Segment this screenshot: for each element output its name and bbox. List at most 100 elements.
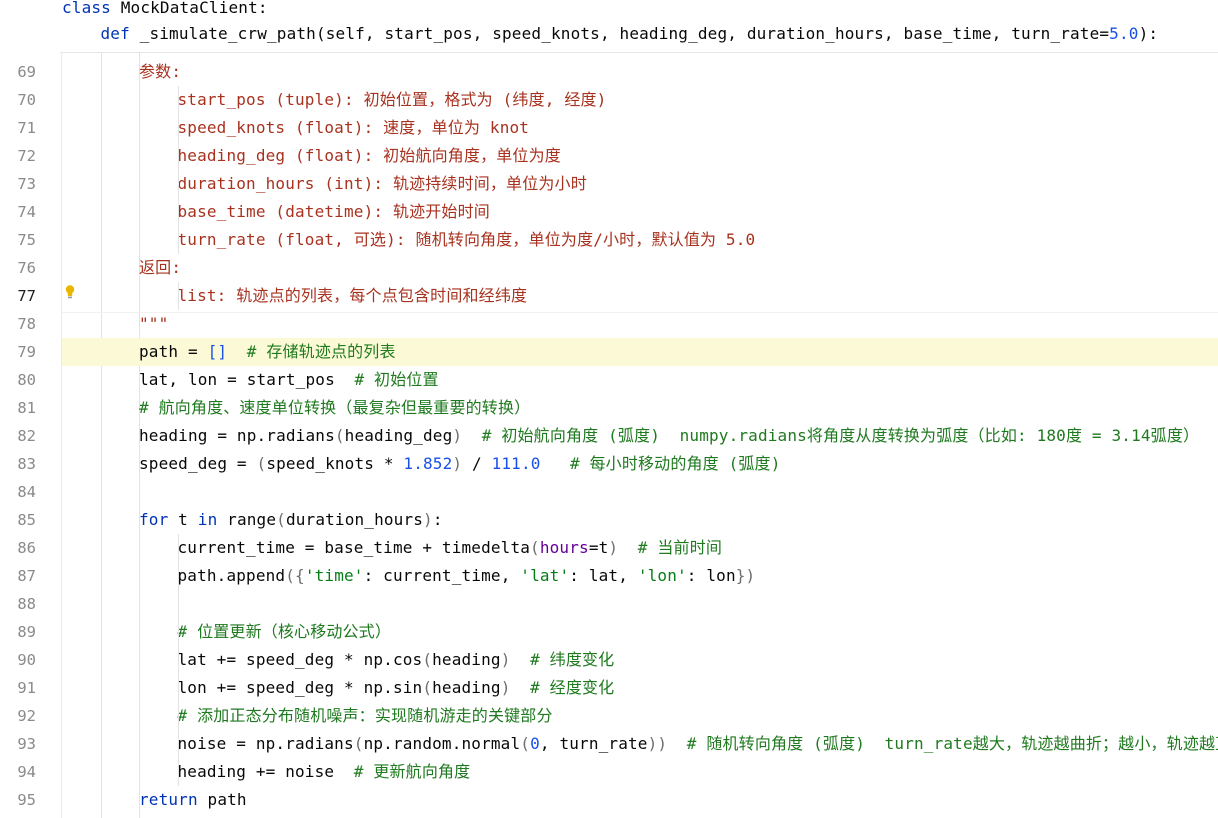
code-line[interactable]: path = [] # 存储轨迹点的列表 xyxy=(62,338,1218,366)
code-line[interactable]: heading_deg (float): 初始航向角度，单位为度 xyxy=(62,142,1218,170)
code-token: range xyxy=(217,510,277,529)
code-token: class xyxy=(62,0,111,17)
code-line[interactable]: return path xyxy=(62,786,1218,814)
line-number[interactable]: 76 xyxy=(0,254,36,282)
line-number[interactable]: 91 xyxy=(0,674,36,702)
code-token: _simulate_crw_path(self, start_pos, spee… xyxy=(129,24,1110,43)
code-token: speed_knots (float): 速度，单位为 knot xyxy=(177,118,530,137)
code-line[interactable]: speed_knots (float): 速度，单位为 knot xyxy=(62,114,1218,142)
code-line[interactable]: duration_hours (int): 轨迹持续时间，单位为小时 xyxy=(62,170,1218,198)
code-token: ( xyxy=(422,650,433,669)
code-token: 返回: xyxy=(139,258,182,277)
line-number[interactable]: 80 xyxy=(0,366,36,394)
code-token: speed_knots * xyxy=(266,454,404,473)
line-number[interactable]: 90 xyxy=(0,646,36,674)
line-number[interactable]: 79 xyxy=(0,338,36,366)
line-number[interactable]: 85 xyxy=(0,506,36,534)
code-token: # 纬度变化 xyxy=(530,650,615,669)
code-token: return xyxy=(139,790,198,809)
sticky-line[interactable]: class MockDataClient: xyxy=(62,0,268,21)
code-line[interactable]: # 添加正态分布随机噪声：实现随机游走的关键部分 xyxy=(62,702,1218,730)
line-number[interactable]: 86 xyxy=(0,534,36,562)
code-token: noise = np.radians xyxy=(177,734,354,753)
code-line[interactable]: for t in range(duration_hours): xyxy=(62,506,1218,534)
line-number[interactable]: 84 xyxy=(0,478,36,506)
line-number[interactable]: 95 xyxy=(0,786,36,814)
code-token: speed_deg = xyxy=(139,454,257,473)
code-token: ( xyxy=(276,510,286,529)
line-number[interactable]: 69 xyxy=(0,58,36,86)
code-token: ({ xyxy=(285,566,305,585)
code-token: , turn_rate xyxy=(539,734,648,753)
code-token: lat, lon = start_pos xyxy=(139,370,355,389)
code-line[interactable]: current_time = base_time + timedelta(hou… xyxy=(62,534,1218,562)
line-number[interactable]: 89 xyxy=(0,618,36,646)
code-token: duration_hours (int): 轨迹持续时间，单位为小时 xyxy=(177,174,587,193)
code-line[interactable]: heading += noise # 更新航向角度 xyxy=(62,758,1218,786)
code-token: # 更新航向角度 xyxy=(353,762,471,781)
line-number[interactable]: 78 xyxy=(0,310,36,338)
sticky-scope-header: class MockDataClient: def _simulate_crw_p… xyxy=(0,0,1218,53)
code-token: heading_deg (float): 初始航向角度，单位为度 xyxy=(177,146,561,165)
indent-guide xyxy=(177,86,179,254)
code-token: """ xyxy=(139,314,169,333)
code-token: ) xyxy=(500,650,511,669)
code-token: hours xyxy=(539,538,589,557)
line-number[interactable]: 94 xyxy=(0,758,36,786)
code-line[interactable]: base_time (datetime): 轨迹开始时间 xyxy=(62,198,1218,226)
code-line[interactable] xyxy=(62,478,1218,506)
code-line[interactable]: 返回: xyxy=(62,254,1218,282)
line-number[interactable]: 92 xyxy=(0,702,36,730)
code-line[interactable]: noise = np.radians(np.random.normal(0, t… xyxy=(62,730,1218,758)
line-number[interactable]: 88 xyxy=(0,590,36,618)
line-number[interactable]: 81 xyxy=(0,394,36,422)
code-line[interactable]: """ xyxy=(62,310,1218,338)
code-token: turn_rate (float, 可选): 随机转向角度，单位为度/小时，默认… xyxy=(177,230,756,249)
sticky-line[interactable]: def _simulate_crw_path(self, start_pos, … xyxy=(62,21,1158,47)
code-token: ) xyxy=(423,510,433,529)
line-number[interactable]: 73 xyxy=(0,170,36,198)
line-number[interactable]: 75 xyxy=(0,226,36,254)
code-line[interactable]: turn_rate (float, 可选): 随机转向角度，单位为度/小时，默认… xyxy=(62,226,1218,254)
code-token: : xyxy=(432,510,443,529)
line-number[interactable]: 93 xyxy=(0,730,36,758)
line-number[interactable]: 70 xyxy=(0,86,36,114)
code-token: t xyxy=(168,510,198,529)
code-token: ): xyxy=(1138,24,1159,43)
code-line[interactable]: # 位置更新（核心移动公式） xyxy=(62,618,1218,646)
code-line[interactable]: speed_deg = (speed_knots * 1.852) / 111.… xyxy=(62,450,1218,478)
code-token: )) xyxy=(647,734,668,753)
code-line[interactable]: lat += speed_deg * np.cos(heading) # 纬度变… xyxy=(62,646,1218,674)
line-number[interactable]: 71 xyxy=(0,114,36,142)
code-token: 1.852 xyxy=(403,454,453,473)
code-line[interactable]: heading = np.radians(heading_deg) # 初始航向… xyxy=(62,422,1218,450)
code-token: : lat, xyxy=(569,566,638,585)
code-line[interactable]: start_pos (tuple): 初始位置，格式为 (纬度, 经度) xyxy=(62,86,1218,114)
line-number[interactable]: 77 xyxy=(0,282,36,310)
line-number[interactable]: 82 xyxy=(0,422,36,450)
code-line[interactable]: lon += speed_deg * np.sin(heading) # 经度变… xyxy=(62,674,1218,702)
caret-row-line xyxy=(62,312,1218,313)
line-number-gutter[interactable]: 69 70 71 72 73 74 75 76 77 78 79 80 81 82 83 84 85 86 87 88… xyxy=(0,52,60,818)
line-number[interactable]: 74 xyxy=(0,198,36,226)
code-token: ) xyxy=(452,454,463,473)
code-line[interactable]: path.append({'time': current_time, 'lat'… xyxy=(62,562,1218,590)
line-number[interactable]: 83 xyxy=(0,450,36,478)
code-line[interactable]: 参数: xyxy=(62,58,1218,86)
code-token: 0 xyxy=(530,734,540,753)
code-token: lat += speed_deg * np.cos xyxy=(177,650,423,669)
code-token: ( xyxy=(334,426,345,445)
line-number[interactable]: 87 xyxy=(0,562,36,590)
code-line[interactable]: list: 轨迹点的列表，每个点包含时间和经纬度 xyxy=(62,282,1218,310)
code-token: 111.0 xyxy=(491,454,541,473)
intention-bulb-icon[interactable] xyxy=(64,284,76,300)
code-token: ( xyxy=(520,734,531,753)
code-token: heading += noise xyxy=(177,762,354,781)
code-line[interactable] xyxy=(62,590,1218,618)
code-token: ) xyxy=(500,678,511,697)
code-line[interactable]: lat, lon = start_pos # 初始位置 xyxy=(62,366,1218,394)
code-line[interactable]: # 航向角度、速度单位转换（最复杂但最重要的转换） xyxy=(62,394,1218,422)
line-number[interactable]: 72 xyxy=(0,142,36,170)
